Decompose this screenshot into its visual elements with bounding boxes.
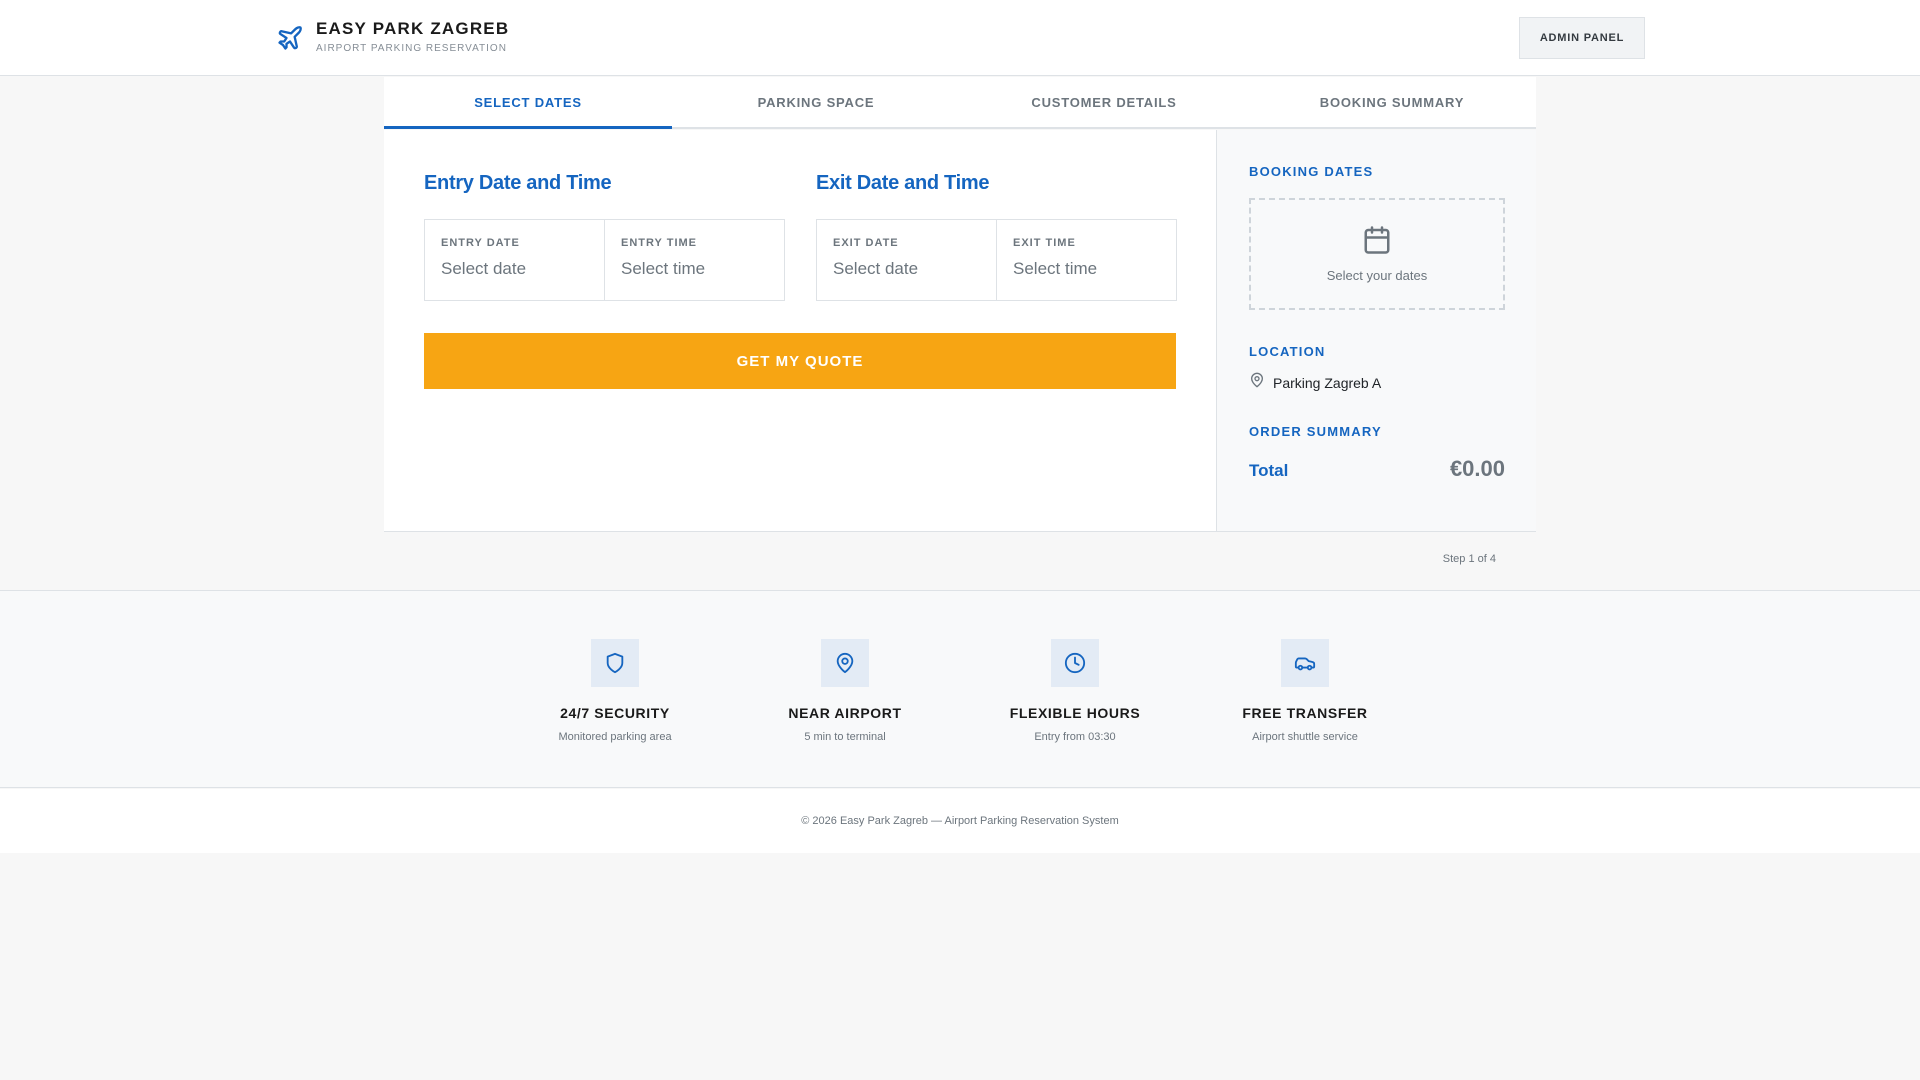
exit-time-field[interactable]: EXIT TIME Select time bbox=[996, 220, 1176, 300]
feature-description: Airport shuttle service bbox=[1252, 731, 1358, 743]
feature-flexible-hours: FLEXIBLE HOURS Entry from 03:30 bbox=[975, 639, 1175, 743]
admin-panel-button[interactable]: ADMIN PANEL bbox=[1519, 17, 1645, 59]
entry-time-placeholder: Select time bbox=[621, 259, 706, 278]
tab-customer-details[interactable]: CUSTOMER DETAILS bbox=[960, 77, 1248, 127]
feature-description: Entry from 03:30 bbox=[1034, 731, 1116, 743]
exit-date-label: EXIT DATE bbox=[833, 237, 899, 249]
plane-icon bbox=[276, 24, 304, 52]
entry-date-field[interactable]: ENTRY DATE Select date bbox=[425, 220, 604, 300]
features-section: 24/7 SECURITY Monitored parking area NEA… bbox=[0, 590, 1920, 788]
feature-security: 24/7 SECURITY Monitored parking area bbox=[515, 639, 715, 743]
tab-parking-space[interactable]: PARKING SPACE bbox=[672, 77, 960, 127]
app-subtitle: AIRPORT PARKING RESERVATION bbox=[316, 43, 507, 54]
footer: © 2026 Easy Park Zagreb — Airport Parkin… bbox=[0, 789, 1920, 853]
booking-card: Entry Date and Time ENTRY DATE Select da… bbox=[384, 130, 1536, 532]
tab-select-dates[interactable]: SELECT DATES bbox=[384, 77, 672, 129]
car-icon bbox=[1281, 639, 1329, 687]
entry-date-label: ENTRY DATE bbox=[441, 237, 520, 249]
total-label: Total bbox=[1249, 461, 1289, 480]
date-selection-panel: Entry Date and Time ENTRY DATE Select da… bbox=[384, 130, 1216, 531]
exit-date-field[interactable]: EXIT DATE Select date bbox=[817, 220, 996, 300]
entry-time-label: ENTRY TIME bbox=[621, 237, 698, 249]
location-pin-icon bbox=[821, 639, 869, 687]
app-header: EASY PARK ZAGREB AIRPORT PARKING RESERVA… bbox=[0, 0, 1920, 76]
exit-date-placeholder: Select date bbox=[833, 259, 919, 278]
location-pin-icon bbox=[1249, 372, 1273, 393]
select-dates-box[interactable]: Select your dates bbox=[1249, 198, 1505, 310]
location-heading: LOCATION bbox=[1249, 344, 1326, 359]
calendar-icon bbox=[1362, 225, 1392, 260]
order-summary-heading: ORDER SUMMARY bbox=[1249, 424, 1382, 439]
booking-sidebar: BOOKING DATES Select your dates LOCATION… bbox=[1216, 130, 1536, 531]
exit-section-title: Exit Date and Time bbox=[816, 172, 990, 194]
exit-time-label: EXIT TIME bbox=[1013, 237, 1076, 249]
clock-icon bbox=[1051, 639, 1099, 687]
total-row: Total €0.00 bbox=[1249, 456, 1505, 482]
step-tabs: SELECT DATES PARKING SPACE CUSTOMER DETA… bbox=[384, 77, 1536, 129]
feature-near-airport: NEAR AIRPORT 5 min to terminal bbox=[745, 639, 945, 743]
brand[interactable]: EASY PARK ZAGREB AIRPORT PARKING RESERVA… bbox=[276, 18, 509, 54]
feature-title: FREE TRANSFER bbox=[1242, 705, 1368, 721]
tab-booking-summary[interactable]: BOOKING SUMMARY bbox=[1248, 77, 1536, 127]
entry-section-title: Entry Date and Time bbox=[424, 172, 612, 194]
entry-fields: ENTRY DATE Select date ENTRY TIME Select… bbox=[424, 219, 785, 301]
entry-time-field[interactable]: ENTRY TIME Select time bbox=[604, 220, 784, 300]
footer-copyright: © 2026 Easy Park Zagreb — Airport Parkin… bbox=[801, 815, 1119, 827]
shield-icon bbox=[591, 639, 639, 687]
feature-description: 5 min to terminal bbox=[804, 731, 886, 743]
step-indicator: Step 1 of 4 bbox=[1442, 553, 1496, 565]
exit-fields: EXIT DATE Select date EXIT TIME Select t… bbox=[816, 219, 1177, 301]
step-indicator-bar: Step 1 of 4 bbox=[384, 533, 1536, 589]
feature-title: 24/7 SECURITY bbox=[560, 705, 670, 721]
feature-title: FLEXIBLE HOURS bbox=[1009, 705, 1141, 721]
total-value: €0.00 bbox=[1449, 456, 1505, 481]
exit-time-placeholder: Select time bbox=[1013, 259, 1098, 278]
feature-title: NEAR AIRPORT bbox=[788, 705, 902, 721]
app-title: EASY PARK ZAGREB bbox=[316, 19, 510, 38]
location-value: Parking Zagreb A bbox=[1273, 374, 1382, 391]
get-quote-button[interactable]: GET MY QUOTE bbox=[424, 333, 1176, 389]
feature-description: Monitored parking area bbox=[558, 731, 672, 743]
booking-dates-heading: BOOKING DATES bbox=[1249, 164, 1374, 179]
select-dates-text: Select your dates bbox=[1326, 268, 1428, 283]
location-row: Parking Zagreb A bbox=[1249, 372, 1381, 393]
entry-date-placeholder: Select date bbox=[441, 259, 527, 278]
feature-free-transfer: FREE TRANSFER Airport shuttle service bbox=[1205, 639, 1405, 743]
